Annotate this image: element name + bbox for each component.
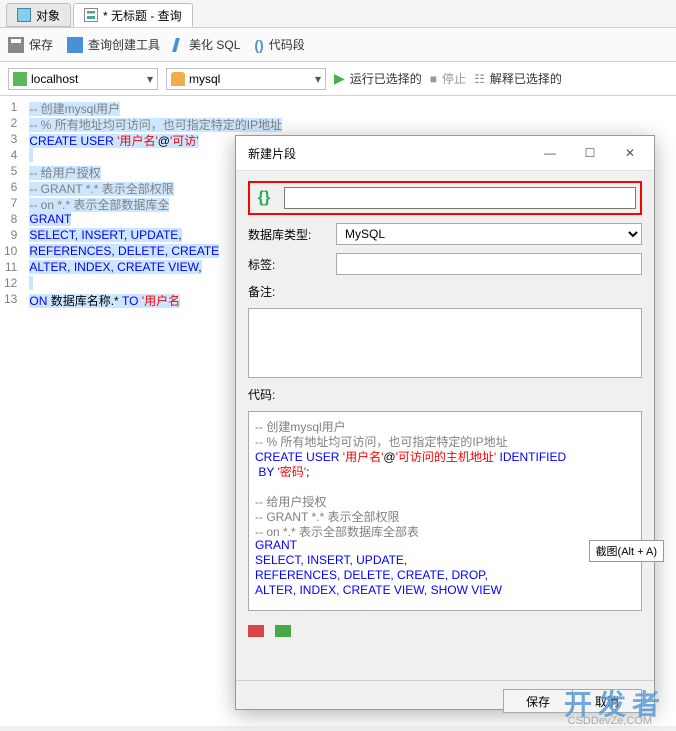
remark-textarea[interactable]	[248, 308, 642, 378]
play-icon: ▶	[334, 70, 345, 87]
save-button[interactable]: 保存	[8, 36, 53, 53]
tab-objects[interactable]: 对象	[6, 3, 71, 27]
close-button[interactable]: ✕	[610, 142, 650, 164]
code-preview[interactable]: -- 创建mysql用户 -- % 所有地址均可访问，也可指定特定的IP地址 C…	[248, 411, 642, 611]
wrench-icon	[67, 37, 83, 53]
toolbar: 保存 查询创建工具 美化 SQL ()代码段	[0, 28, 676, 62]
remark-label: 备注:	[248, 285, 275, 299]
screenshot-tooltip: 截图(Alt + A)	[589, 540, 664, 562]
dialog-footer: 保存 取消	[236, 680, 654, 721]
snippet-name-input[interactable]	[284, 187, 636, 209]
host-select[interactable]: localhost ▾	[8, 68, 158, 90]
builder-button[interactable]: 查询创建工具	[67, 36, 160, 53]
beautify-button[interactable]: 美化 SQL	[174, 36, 240, 53]
tag-label: 标签:	[248, 256, 328, 273]
server-icon	[13, 72, 27, 86]
dbtype-select[interactable]: MySQL	[336, 223, 642, 245]
new-snippet-dialog: 新建片段 — ☐ ✕ {} 数据库类型: MySQL 标签: 备注: 代码: -…	[235, 135, 655, 710]
add-snippet-icon[interactable]	[275, 625, 291, 637]
beautify-icon	[172, 38, 180, 52]
db-select[interactable]: mysql ▾	[166, 68, 326, 90]
tab-query[interactable]: * 无标题 - 查询	[73, 3, 193, 27]
brace-icon: ()	[254, 37, 263, 53]
dbtype-label: 数据库类型:	[248, 226, 328, 243]
tag-input[interactable]	[336, 253, 642, 275]
chevron-down-icon: ▾	[147, 72, 153, 86]
explain-icon: ☷	[474, 72, 485, 86]
dialog-title: 新建片段	[248, 145, 530, 162]
save-icon	[8, 37, 24, 53]
snippet-name-row: {}	[248, 181, 642, 215]
dialog-titlebar[interactable]: 新建片段 — ☐ ✕	[236, 136, 654, 171]
mini-icons	[248, 619, 642, 640]
stop-icon: ■	[430, 72, 437, 86]
stop-button[interactable]: ■停止	[430, 70, 466, 87]
explain-button[interactable]: ☷解释已选择的	[474, 70, 562, 87]
tab-label: * 无标题 - 查询	[103, 7, 182, 24]
delete-snippet-icon[interactable]	[248, 625, 264, 637]
snippet-icon: {}	[254, 188, 274, 208]
tab-bar: 对象 * 无标题 - 查询	[0, 0, 676, 28]
dialog-cancel-button[interactable]: 取消	[572, 689, 642, 713]
connection-bar: localhost ▾ mysql ▾ ▶运行已选择的 ■停止 ☷解释已选择的	[0, 62, 676, 96]
chevron-down-icon: ▾	[315, 72, 321, 86]
maximize-button[interactable]: ☐	[570, 142, 610, 164]
dialog-save-button[interactable]: 保存	[503, 689, 573, 713]
query-icon	[84, 8, 98, 22]
host-label: localhost	[31, 72, 78, 86]
db-label: mysql	[189, 72, 220, 86]
minimize-button[interactable]: —	[530, 142, 570, 164]
snippet-button[interactable]: ()代码段	[254, 36, 304, 53]
database-icon	[171, 72, 185, 86]
code-label: 代码:	[248, 388, 275, 402]
table-icon	[17, 8, 31, 22]
tab-label: 对象	[36, 7, 60, 24]
run-button[interactable]: ▶运行已选择的	[334, 70, 422, 87]
line-gutter: 12345678910111213	[0, 96, 25, 726]
